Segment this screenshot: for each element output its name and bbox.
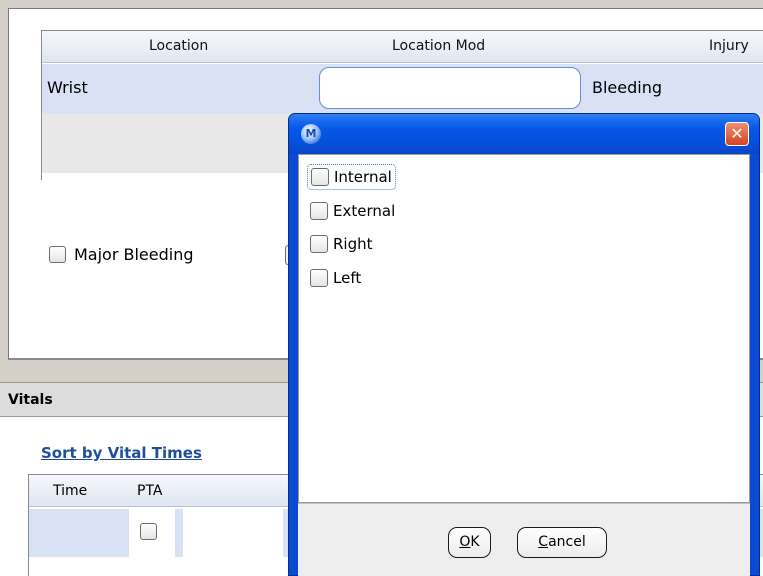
right-checkbox[interactable] bbox=[310, 235, 328, 253]
sort-by-vital-times-link[interactable]: Sort by Vital Times bbox=[41, 444, 202, 462]
pta-cell bbox=[129, 509, 175, 557]
cancel-rest: ancel bbox=[548, 534, 586, 550]
button-bar: OK Cancel bbox=[298, 503, 750, 576]
column-header-time[interactable]: Time bbox=[53, 483, 87, 499]
column-header-pta[interactable]: PTA bbox=[137, 483, 162, 499]
ok-button[interactable]: OK bbox=[448, 527, 491, 558]
close-button[interactable]: ✕ bbox=[725, 122, 749, 146]
internal-checkbox[interactable] bbox=[311, 168, 329, 186]
ok-rest: K bbox=[470, 534, 480, 550]
dialog-body: Internal External Right Left OK Cancel bbox=[298, 154, 750, 576]
pta-checkbox[interactable] bbox=[140, 523, 157, 540]
major-bleeding-label: Major Bleeding bbox=[74, 245, 194, 264]
cell-injury: Bleeding bbox=[592, 78, 663, 97]
table-row[interactable]: Wrist Bleeding bbox=[42, 64, 763, 114]
option-label: Left bbox=[333, 269, 362, 287]
column-header-location-mod[interactable]: Location Mod bbox=[392, 38, 485, 54]
column-header-location[interactable]: Location bbox=[149, 38, 208, 54]
left-checkbox[interactable] bbox=[310, 269, 328, 287]
vitals-cell bbox=[183, 509, 283, 557]
location-mod-field[interactable] bbox=[319, 67, 581, 109]
option-left[interactable]: Left bbox=[307, 265, 364, 291]
column-header-injury[interactable]: Injury bbox=[709, 38, 749, 54]
ok-mnemonic: O bbox=[459, 534, 471, 550]
cancel-mnemonic: C bbox=[538, 534, 549, 550]
option-label: Right bbox=[333, 235, 373, 253]
option-label: Internal bbox=[334, 168, 392, 186]
injury-grid-header: Location Location Mod Injury bbox=[42, 31, 763, 63]
option-external[interactable]: External bbox=[307, 198, 398, 224]
app-logo-icon: M bbox=[301, 124, 321, 144]
vitals-title: Vitals bbox=[8, 392, 53, 408]
dialog-titlebar[interactable]: M ✕ bbox=[289, 114, 759, 154]
external-checkbox[interactable] bbox=[310, 202, 328, 220]
cancel-button[interactable]: Cancel bbox=[517, 527, 607, 558]
option-internal[interactable]: Internal bbox=[307, 164, 396, 190]
location-mod-dialog: M ✕ Internal External Right Left OK Canc… bbox=[288, 113, 760, 576]
cell-location: Wrist bbox=[47, 78, 88, 97]
major-bleeding-checkbox[interactable] bbox=[49, 246, 66, 263]
major-bleeding-option[interactable]: Major Bleeding bbox=[49, 245, 194, 264]
option-right[interactable]: Right bbox=[307, 231, 376, 257]
options-list: Internal External Right Left bbox=[298, 154, 750, 503]
option-label: External bbox=[333, 202, 396, 220]
